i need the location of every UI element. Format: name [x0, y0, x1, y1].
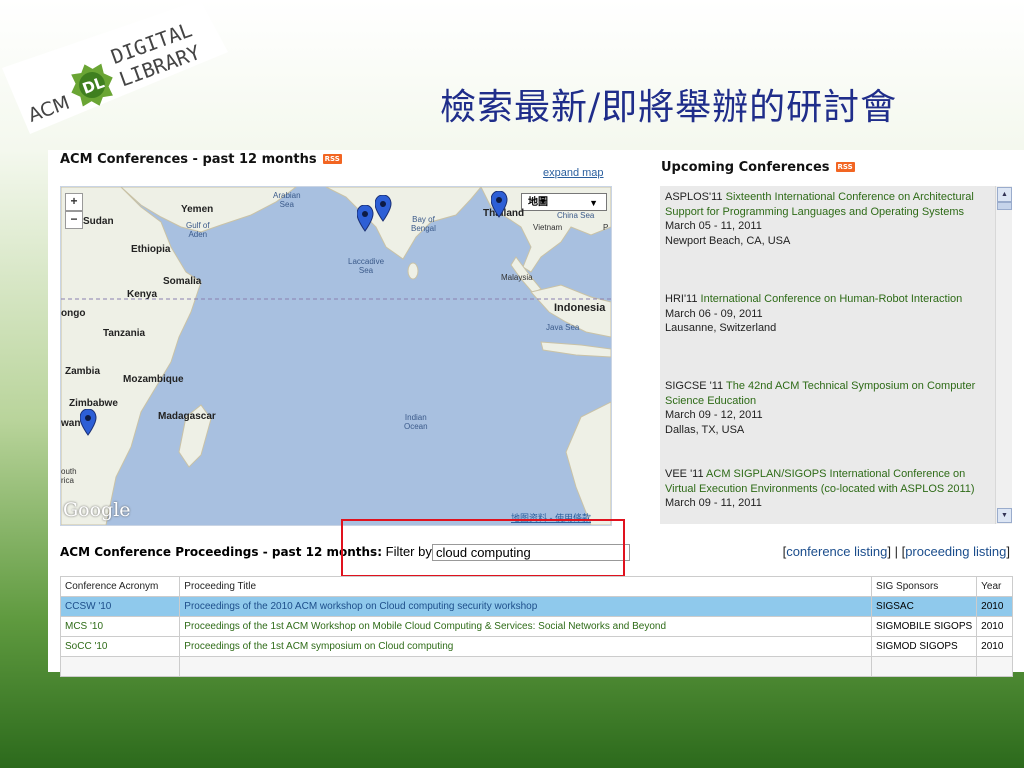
conference-dates: March 09 - 11, 2011: [665, 497, 762, 509]
acm-digital-library-logo: ACM DL DIGITAL LIBRARY: [2, 0, 228, 134]
map-label-madagascar: Madagascar: [158, 411, 216, 422]
map-label-p: P: [603, 223, 609, 232]
slide-title: 檢索最新/即將舉辦的研討會: [440, 87, 898, 128]
table-row[interactable]: CCSW '10 Proceedings of the 2010 ACM wor…: [59, 596, 1013, 617]
zoom-out-button[interactable]: −: [65, 211, 83, 229]
map-label-tanzania: Tanzania: [103, 328, 146, 339]
list-item: ASPLOS'11 Sixteenth International Confer…: [665, 190, 995, 248]
table-row[interactable]: SoCC '10 Proceedings of the 1st ACM symp…: [59, 636, 1013, 657]
list-item: VEE '11 ACM SIGPLAN/SIGOPS International…: [665, 467, 995, 511]
year: 2010: [976, 616, 1013, 637]
column-header[interactable]: Year: [976, 576, 1013, 597]
conference-location: Newport Beach, CA, USA: [665, 234, 791, 247]
map-label-gulf: Gulf of Aden: [186, 221, 210, 239]
map-type-label: 地圖: [528, 197, 548, 208]
upcoming-scrollbar[interactable]: ▲ ▼: [995, 186, 1012, 524]
bracket-separator: ] | [: [887, 544, 906, 559]
conference-listing-link[interactable]: conference listing: [786, 544, 887, 559]
bracket-close: ]: [1006, 544, 1010, 559]
sig-sponsors: SIGSAC: [871, 596, 978, 617]
conference-dates: March 05 - 11, 2011: [665, 220, 762, 232]
expand-map-link[interactable]: expand map: [543, 167, 604, 179]
column-header[interactable]: Proceeding Title: [179, 576, 873, 597]
map-label-malaysia: Malaysia: [501, 273, 533, 282]
map-marker-icon[interactable]: [80, 409, 106, 445]
map-label-ongo: ongo: [61, 308, 86, 319]
map-label-vietnam: Vietnam: [533, 223, 563, 232]
map-label-kenya: Kenya: [127, 289, 158, 300]
map-label-zimbabwe: Zimbabwe: [69, 398, 118, 409]
map-marker-icon[interactable]: [491, 191, 517, 227]
rss-icon[interactable]: RSS: [835, 162, 855, 172]
map-label-java: Java Sea: [546, 323, 580, 332]
conference-map[interactable]: + − 地圖 ▼ Arabian Sea Yemen Gulf of Aden Sud…: [60, 186, 612, 526]
scroll-thumb[interactable]: [997, 202, 1012, 210]
column-header[interactable]: Conference Acronym: [59, 576, 181, 597]
proceeding-listing-link[interactable]: proceeding listing: [905, 544, 1006, 559]
acronym-link[interactable]: SoCC '10: [65, 641, 108, 652]
map-label-arabian: Arabian Sea: [273, 191, 301, 209]
upcoming-heading: Upcoming Conferences RSS: [661, 160, 855, 175]
conference-title-link[interactable]: ACM SIGPLAN/SIGOPS International Confere…: [665, 468, 975, 495]
acronym-link[interactable]: CCSW '10: [65, 601, 111, 612]
zoom-in-button[interactable]: +: [65, 193, 83, 211]
map-label-somalia: Somalia: [163, 276, 202, 287]
conference-dates: March 06 - 09, 2011: [665, 307, 763, 320]
column-header[interactable]: SIG Sponsors: [871, 576, 978, 597]
scroll-down-icon[interactable]: ▼: [997, 508, 1012, 523]
google-logo: Google: [63, 499, 131, 521]
table-row[interactable]: MCS '10 Proceedings of the 1st ACM Works…: [59, 616, 1013, 637]
scroll-up-icon[interactable]: ▲: [997, 187, 1012, 202]
year: 2010: [976, 596, 1013, 617]
acronym-link[interactable]: MCS '10: [65, 621, 103, 632]
proceeding-title-link[interactable]: Proceedings of the 1st ACM symposium on …: [184, 641, 453, 652]
upcoming-title: Upcoming Conferences: [661, 160, 830, 175]
map-label-bay: Bay of Bengal: [411, 215, 436, 233]
conferences-heading: ACM Conferences - past 12 months RSS: [60, 152, 342, 167]
chevron-down-icon: ▼: [589, 198, 598, 208]
acm-dl-page-panel: ACM Conferences - past 12 months RSS expa…: [48, 150, 1024, 677]
conference-acronym: SIGCSE '11: [665, 380, 724, 392]
proceedings-title: ACM Conference Proceedings - past 12 mon…: [60, 545, 382, 559]
sig-sponsors: SIGMOBILE SIGOPS: [871, 616, 978, 637]
map-label-mozambique: Mozambique: [123, 374, 184, 385]
map-label-sudan: Sudan: [83, 216, 114, 227]
map-label-wan: wan: [61, 418, 81, 429]
map-marker-icon[interactable]: [375, 195, 401, 231]
conference-location: Dallas, TX, USA: [665, 423, 745, 436]
map-label-ethiopia: Ethiopia: [131, 244, 171, 255]
map-type-select[interactable]: 地圖 ▼: [521, 193, 607, 211]
table-header-row: Conference Acronym Proceeding Title SIG …: [59, 576, 1013, 597]
conference-acronym: ASPLOS'11: [665, 191, 723, 203]
list-item: HRI'11 International Conference on Human…: [665, 292, 995, 336]
conference-acronym: HRI'11: [665, 293, 698, 305]
map-label-south: outh rica: [61, 467, 77, 485]
map-label-yemen: Yemen: [181, 204, 214, 215]
rss-icon[interactable]: RSS: [322, 154, 342, 164]
map-label-china-sea: China Sea: [557, 211, 595, 220]
highlight-box: [341, 519, 625, 577]
conference-acronym: VEE '11: [665, 468, 704, 480]
list-item: SIGCSE '11 The 42nd ACM Technical Sympos…: [665, 379, 995, 437]
map-label-laccadive: Laccadive Sea: [348, 257, 385, 275]
table-row-empty: [59, 656, 1013, 677]
conference-dates: March 09 - 12, 2011: [665, 409, 763, 421]
proceedings-table: Conference Acronym Proceeding Title SIG …: [59, 576, 1013, 677]
year: 2010: [976, 636, 1013, 657]
conference-location: Lausanne, Switzerland: [665, 322, 777, 334]
map-label-zambia: Zambia: [65, 366, 101, 377]
map-label-indonesia: Indonesia: [554, 302, 606, 314]
map-label-indian: Indian Ocean: [404, 413, 428, 431]
conference-title-link[interactable]: International Conference on Human-Robot …: [701, 293, 963, 305]
map-land-shapes: [61, 187, 611, 525]
upcoming-conferences-list[interactable]: ASPLOS'11 Sixteenth International Confer…: [660, 186, 1012, 524]
conferences-title: ACM Conferences - past 12 months: [60, 152, 317, 167]
sig-sponsors: SIGMOD SIGOPS: [871, 636, 978, 657]
listing-links: [conference listing] | [proceeding listi…: [783, 544, 1010, 559]
proceeding-title-link[interactable]: Proceedings of the 1st ACM Workshop on M…: [184, 621, 666, 632]
proceeding-title-link[interactable]: Proceedings of the 2010 ACM workshop on …: [184, 601, 537, 612]
